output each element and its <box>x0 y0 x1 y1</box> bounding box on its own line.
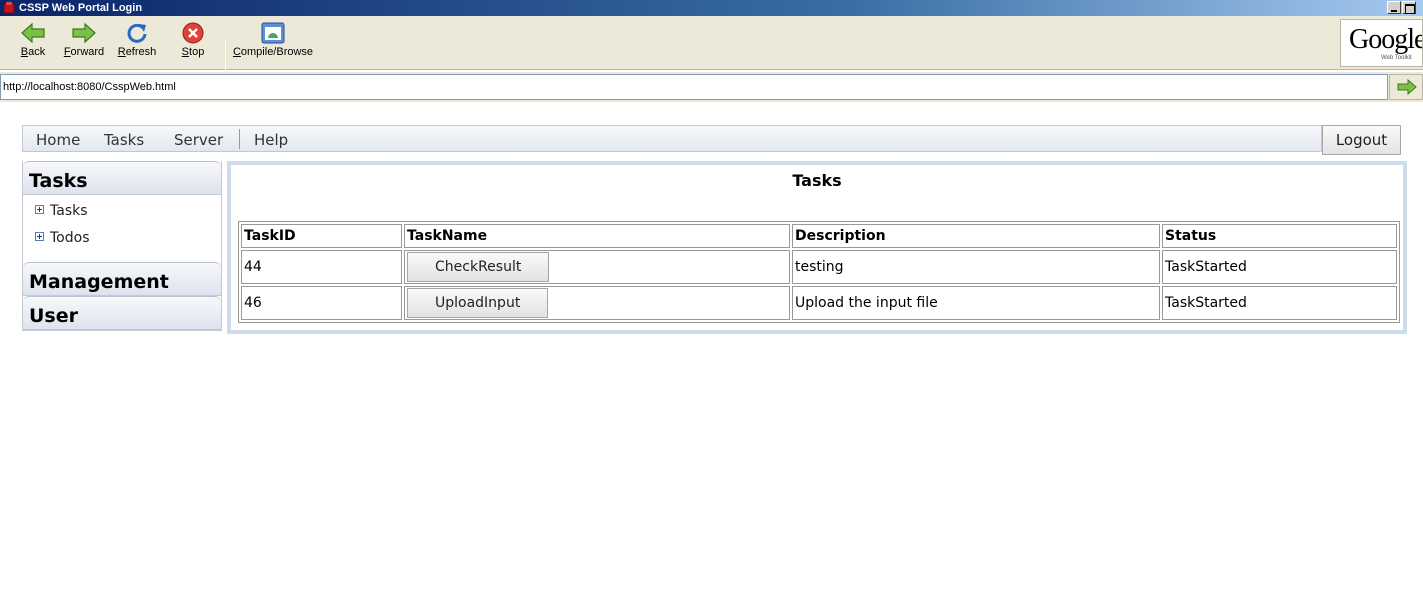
cell-status: TaskStarted <box>1162 250 1397 284</box>
app-icon <box>3 2 15 14</box>
forward-label: Forward <box>63 46 105 58</box>
table-header-row: TaskID TaskName Description Status <box>241 224 1397 248</box>
task-uploadinput-button[interactable]: UploadInput <box>407 288 549 318</box>
back-button[interactable]: Back <box>18 22 48 68</box>
top-menubar: Home Tasks Server Help <box>22 125 1322 152</box>
back-arrow-icon <box>21 22 45 44</box>
window-titlebar: CSSP Web Portal Login <box>0 0 1423 16</box>
expand-plus-icon[interactable] <box>35 232 44 241</box>
logo-subtext: Web Toolkit <box>1381 55 1412 61</box>
refresh-label: Refresh <box>117 46 157 58</box>
cell-description: testing <box>792 250 1160 284</box>
go-arrow-icon <box>1397 78 1417 96</box>
restore-button[interactable] <box>1402 1 1416 14</box>
url-field[interactable]: http://localhost:8080/CsspWeb.html <box>0 74 1388 100</box>
tasks-panel: Tasks TaskID TaskName Description Status… <box>227 161 1407 334</box>
forward-button[interactable]: Forward <box>61 22 107 68</box>
tasks-table: TaskID TaskName Description Status 44 Ch… <box>238 221 1400 323</box>
cell-taskname: UploadInput <box>404 286 790 320</box>
compile-browse-icon <box>261 22 285 44</box>
menu-help[interactable]: Help <box>254 131 288 149</box>
page-title: Tasks <box>792 171 842 190</box>
back-label: Back <box>20 46 46 58</box>
sidebar-stack-panel: Tasks Tasks Todos Management User <box>22 161 222 331</box>
gwt-logo: Google Web Toolkit <box>1340 19 1423 67</box>
task-checkresult-button[interactable]: CheckResult <box>407 252 550 282</box>
compile-browse-button[interactable]: Compile/Browse <box>232 22 314 68</box>
menu-server[interactable]: Server <box>174 131 223 149</box>
cell-taskname: CheckResult <box>404 250 790 284</box>
compile-browse-label: Compile/Browse <box>232 46 314 58</box>
cell-taskid: 44 <box>241 250 402 284</box>
minimize-button[interactable] <box>1387 1 1401 14</box>
tree-item-tasks[interactable]: Tasks <box>35 203 88 219</box>
menu-tasks[interactable]: Tasks <box>104 131 144 149</box>
stop-icon <box>182 22 204 44</box>
address-bar: http://localhost:8080/CsspWeb.html <box>0 72 1423 102</box>
menu-home[interactable]: Home <box>36 131 80 149</box>
expand-plus-icon[interactable] <box>35 205 44 214</box>
logout-button[interactable]: Logout <box>1322 125 1401 155</box>
table-row: 46 UploadInput Upload the input file Tas… <box>241 286 1397 320</box>
column-header-status: Status <box>1162 224 1397 248</box>
refresh-icon <box>127 23 147 43</box>
cell-description: Upload the input file <box>792 286 1160 320</box>
cell-status: TaskStarted <box>1162 286 1397 320</box>
table-row: 44 CheckResult testing TaskStarted <box>241 250 1397 284</box>
stack-header-user[interactable]: User <box>23 296 221 330</box>
forward-arrow-icon <box>72 22 96 44</box>
stop-button[interactable]: Stop <box>176 22 210 68</box>
menu-separator <box>239 129 240 149</box>
refresh-button[interactable]: Refresh <box>114 22 160 68</box>
cell-taskid: 46 <box>241 286 402 320</box>
tree-item-label: Tasks <box>50 203 88 219</box>
stop-label: Stop <box>181 46 205 58</box>
go-button[interactable] <box>1389 74 1423 100</box>
browser-toolbar: Back Forward Refresh Stop Compile/Browse <box>0 16 1423 80</box>
column-header-taskname: TaskName <box>404 224 790 248</box>
stack-header-tasks[interactable]: Tasks <box>23 161 221 195</box>
logo-text: Google <box>1349 24 1423 55</box>
window-title: CSSP Web Portal Login <box>19 2 143 14</box>
tree-item-label: Todos <box>50 230 90 246</box>
column-header-taskid: TaskID <box>241 224 402 248</box>
column-header-description: Description <box>792 224 1160 248</box>
stack-header-management[interactable]: Management <box>23 262 221 296</box>
tree-item-todos[interactable]: Todos <box>35 230 89 246</box>
